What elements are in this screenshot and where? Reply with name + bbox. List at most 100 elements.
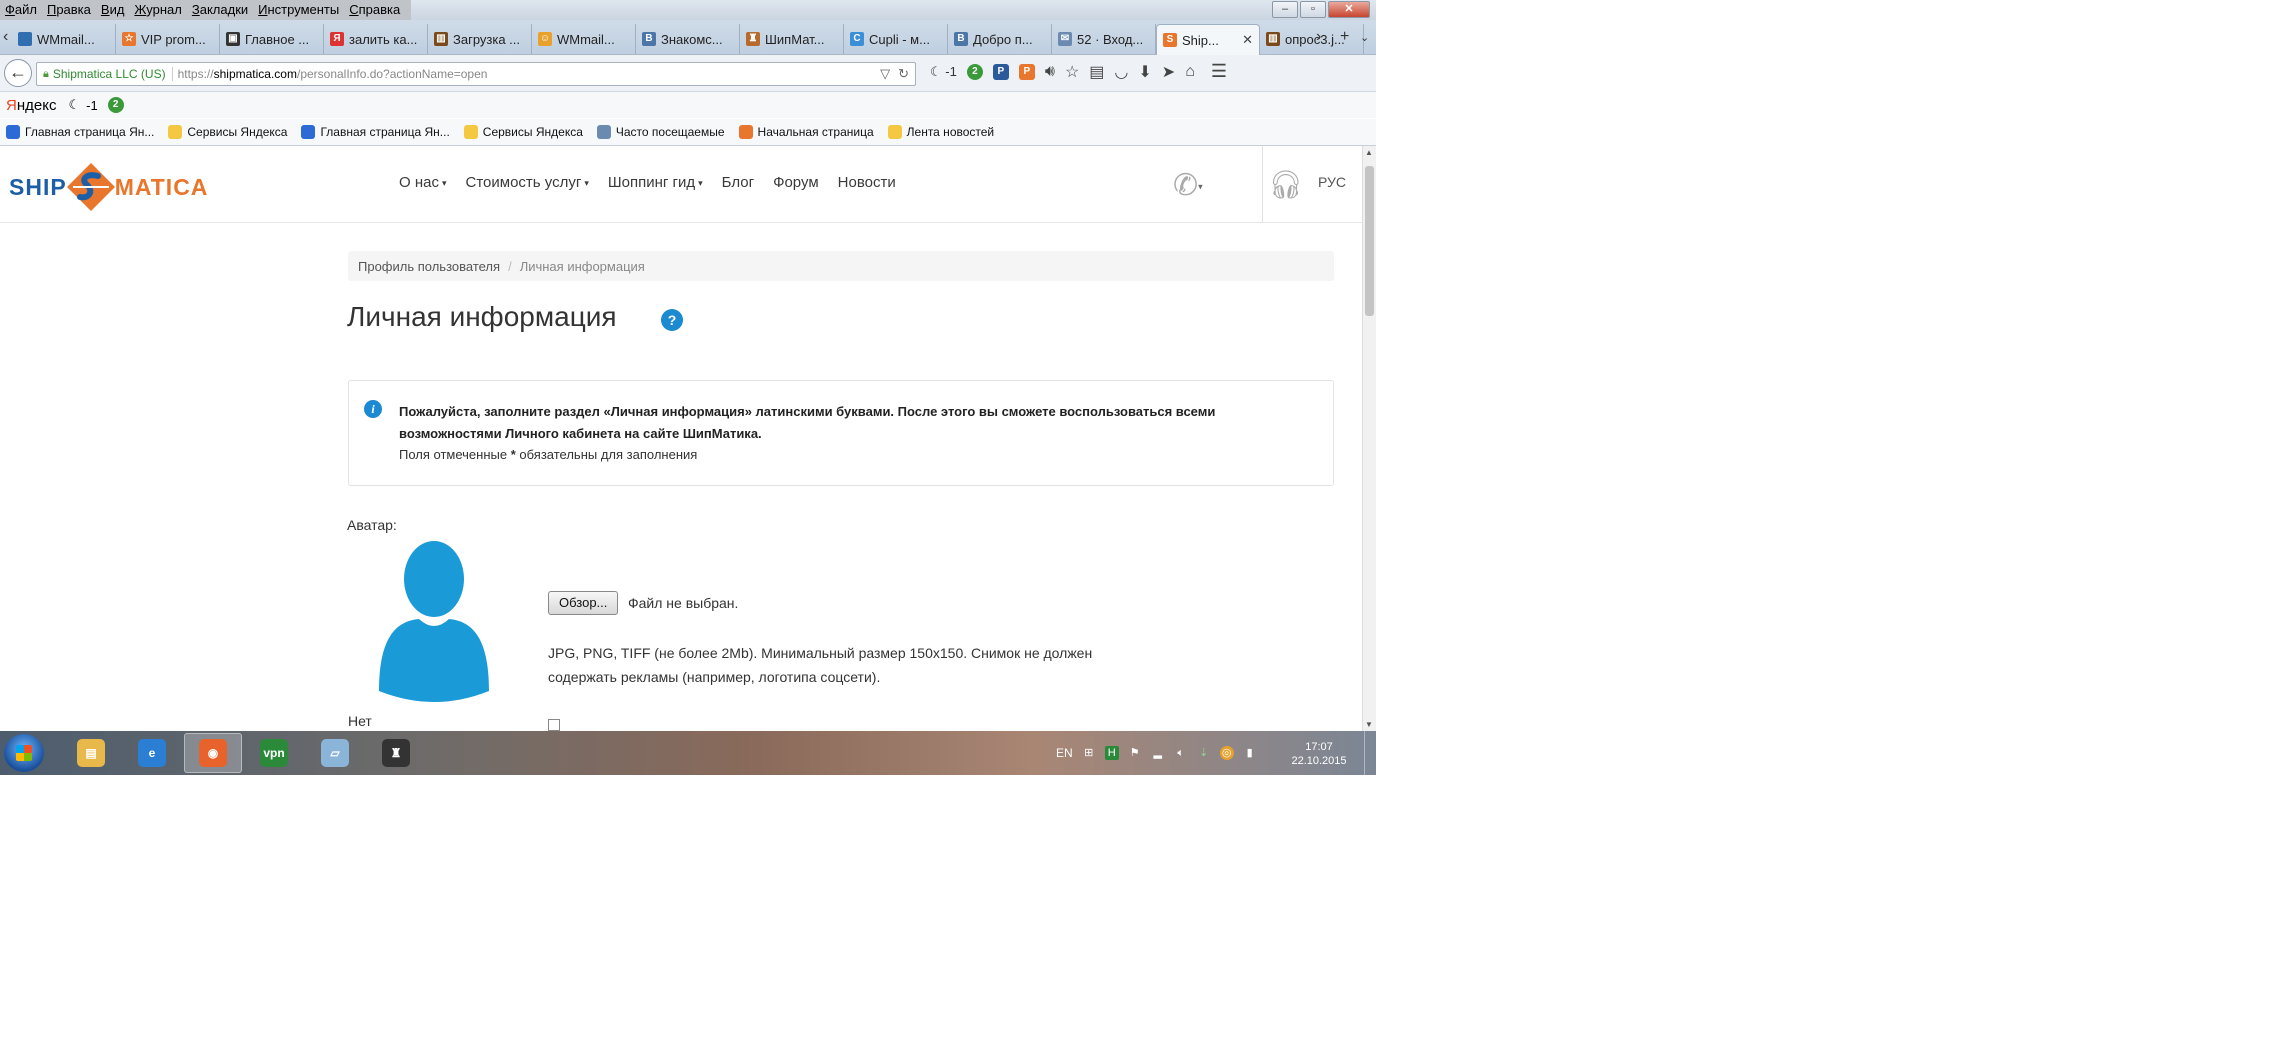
close-tab-icon[interactable]: ✕ [1242, 32, 1253, 48]
scroll-up-icon[interactable]: ▲ [1365, 148, 1373, 157]
minimize-button[interactable]: – [1272, 1, 1298, 18]
tab-active[interactable]: S Ship... ✕ [1156, 24, 1260, 55]
bookmark-item[interactable]: Начальная страница [738, 125, 874, 139]
no-avatar-checkbox[interactable] [548, 719, 560, 731]
info-alert: i Пожалуйста, заполните раздел «Личная и… [348, 380, 1334, 486]
tab[interactable]: ♜ ШипМат... [740, 24, 844, 54]
taskbar-app-firefox[interactable]: ◉ [184, 733, 242, 773]
yandex-weather-temp[interactable]: -1 [86, 98, 98, 113]
tray-green-icon[interactable]: ⇣ [1197, 746, 1211, 760]
screen: Файл Правка Вид Журнал Закладки Инструменты Сп… [0, 0, 1376, 775]
tab[interactable]: ✉ 52 · Вход... [1052, 24, 1156, 54]
close-window-button[interactable]: ✕ [1328, 1, 1370, 18]
tab-scroll-right-icon[interactable]: › [1316, 28, 1321, 46]
bookmark-item[interactable]: Часто посещаемые [596, 125, 725, 139]
url-bar[interactable]: 🔒︎ Shipmatica LLC (US) https://shipmatic… [36, 62, 916, 86]
bookmark-star-icon[interactable]: ☆ [1065, 62, 1079, 82]
url-text[interactable]: https://shipmatica.com/personalInfo.do?a… [178, 67, 488, 81]
weather-widget[interactable]: ☾ -1 [930, 64, 957, 80]
tab[interactable]: Язалить ка... [324, 24, 428, 54]
site-nav-item[interactable]: Шоппинг гид ▾ [608, 174, 703, 191]
extension-orange-icon[interactable]: P [1018, 63, 1035, 80]
taskbar-app-tanks[interactable]: ♜ [367, 733, 425, 773]
tray-h-icon[interactable]: H [1104, 746, 1119, 760]
hamburger-menu-icon[interactable]: ☰ [1211, 61, 1227, 82]
tray-battery-icon[interactable]: ▮ [1243, 746, 1257, 760]
scroll-down-icon[interactable]: ▼ [1365, 720, 1373, 729]
site-nav-item[interactable]: Блог [722, 174, 754, 191]
bookmark-item[interactable]: Главная страница Ян... [6, 125, 154, 139]
tab[interactable]: ☆ VIP prom... [116, 24, 220, 54]
home-icon[interactable]: ⌂ [1185, 63, 1195, 81]
volume-icon[interactable]: 🔈︎ [1174, 746, 1188, 760]
site-nav-item[interactable]: Форум [773, 174, 819, 191]
action-center-flag-icon[interactable]: ⚑ [1128, 746, 1142, 760]
url-history-dropdown-icon[interactable]: ▽ [880, 66, 890, 82]
menu-item[interactable]: Файл [0, 0, 42, 20]
reload-icon[interactable]: ↻ [898, 66, 909, 82]
required-fields-note: Поля отмеченные * обязательны для заполн… [399, 447, 697, 462]
help-icon[interactable]: ? [661, 309, 683, 331]
tab-list-dropdown-icon[interactable]: ⌄ [1360, 31, 1369, 44]
dropdown-caret-icon: ▾ [584, 177, 589, 188]
site-nav-item[interactable]: Стоимость услуг ▾ [466, 174, 589, 191]
site-nav-item[interactable]: Новости [838, 174, 896, 191]
menu-item[interactable]: Закладки [187, 0, 253, 20]
maximize-button[interactable]: ▫ [1300, 1, 1326, 18]
page-scrollbar[interactable]: ▲ ▼ [1362, 146, 1376, 731]
site-identity[interactable]: Shipmatica LLC (US) [53, 67, 173, 81]
input-language[interactable]: EN [1056, 746, 1073, 760]
yandex-traffic-icon[interactable]: 2 [107, 97, 124, 113]
site-nav-item[interactable]: О нас ▾ [399, 174, 447, 191]
taskbar-app-explorer[interactable]: ▤ [62, 733, 120, 773]
lock-icon[interactable]: 🔒︎ [43, 68, 49, 81]
menu-item[interactable]: Журнал [129, 0, 186, 20]
clock[interactable]: 17:07 22.10.2015 [1290, 740, 1348, 768]
start-button[interactable] [4, 734, 44, 772]
bookmark-item[interactable]: Сервисы Яндекса [463, 125, 583, 139]
tab[interactable]: ▣ Главное ... [220, 24, 324, 54]
show-desktop-button[interactable] [1364, 731, 1376, 775]
scrollbar-thumb[interactable] [1365, 166, 1374, 316]
menu-item[interactable]: Инструменты [253, 0, 344, 20]
tab[interactable]: В Добро п... [948, 24, 1052, 54]
bookmark-label: Лента новостей [906, 125, 995, 139]
sound-icon[interactable]: 🔊︎ [1045, 63, 1055, 81]
site-header: SHIP MATICA О нас ▾ Стоимость услуг ▾ Шоппин… [0, 146, 1362, 223]
bookmark-item[interactable]: Лента новостей [887, 125, 995, 139]
menu-item[interactable]: Правка [42, 0, 96, 20]
pocket-icon[interactable]: ◡ [1114, 62, 1128, 82]
breadcrumb-profile-link[interactable]: Профиль пользователя [358, 259, 500, 274]
yandex-weather-icon[interactable]: ☾ [68, 97, 80, 113]
extension-p-icon[interactable]: P [992, 63, 1009, 80]
windows-flag-icon[interactable]: ⊞ [1082, 746, 1096, 760]
shipmatica-logo[interactable]: SHIP MATICA [9, 161, 208, 213]
back-button[interactable]: ← [4, 59, 32, 87]
phone-icon[interactable]: ✆▾ [1173, 168, 1203, 203]
browse-file-button[interactable]: Обзор... [548, 591, 619, 615]
tab[interactable]: ▥ Загрузка ... [428, 24, 532, 54]
bookmark-item[interactable]: Сервисы Яндекса [168, 125, 287, 139]
tab[interactable]: C Cupli - м... [844, 24, 948, 54]
tab[interactable]: WMmail... [12, 24, 116, 54]
network-signal-icon[interactable]: ▂ [1151, 746, 1165, 760]
tab-scroll-left-icon[interactable]: ‹ [3, 28, 8, 46]
bookmark-item[interactable]: Главная страница Ян... [301, 125, 450, 139]
tab[interactable]: ☺ WMmail... [532, 24, 636, 54]
send-icon[interactable]: ➤ [1162, 62, 1175, 82]
new-tab-icon[interactable]: + [1340, 28, 1349, 46]
download-icon[interactable]: ⬇ [1138, 62, 1151, 82]
tab-label: Ship... [1182, 32, 1219, 48]
reading-list-icon[interactable]: ▤ [1089, 62, 1104, 82]
language-switcher[interactable]: РУС [1318, 174, 1346, 190]
taskbar-app-vpn[interactable]: vpn [245, 733, 303, 773]
menu-item[interactable]: Справка [344, 0, 405, 20]
tray-orange-icon[interactable]: ◎ [1219, 746, 1234, 760]
yandex-logo[interactable]: Яндекс [0, 97, 56, 114]
support-headset-icon[interactable]: 🎧︎ [1268, 168, 1304, 201]
traffic-icon[interactable]: 2 [966, 63, 983, 80]
tab[interactable]: В Знакомс... [636, 24, 740, 54]
taskbar-app-notepad[interactable]: ▱ [306, 733, 364, 773]
menu-item[interactable]: Вид [96, 0, 130, 20]
taskbar-app-ie[interactable]: e [123, 733, 181, 773]
